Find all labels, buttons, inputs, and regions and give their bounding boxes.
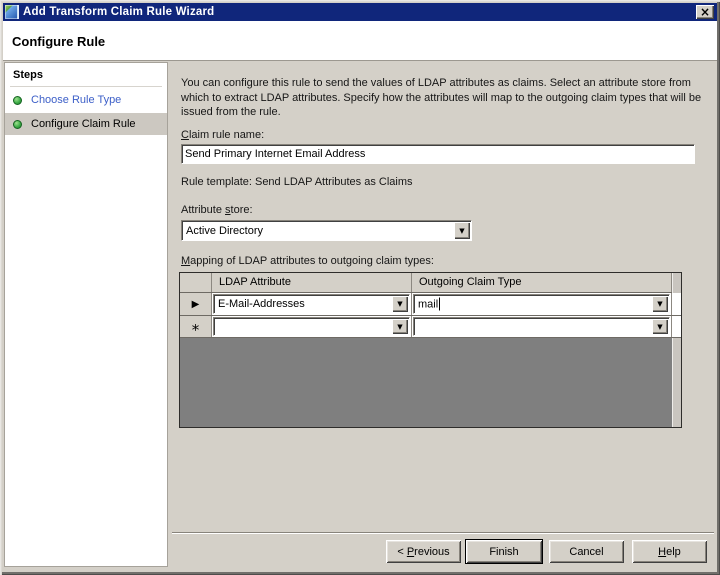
outgoing-claim-type-cell: mail ▼ [412,293,672,315]
previous-button[interactable]: < Previous [386,540,461,563]
page-title: Configure Rule [3,21,717,49]
ldap-attribute-cell: ▼ [212,316,412,337]
outgoing-claim-type-dropdown[interactable]: mail ▼ [413,294,670,314]
add-transform-claim-rule-wizard-dialog: Add Transform Claim Rule Wizard × Config… [0,0,720,575]
column-header-outgoing-claim-type: Outgoing Claim Type [412,273,672,292]
step-status-icon [13,120,22,129]
window-title: Add Transform Claim Rule Wizard [23,6,214,18]
outgoing-claim-type-cell: ▼ [412,316,672,337]
chevron-down-icon: ▼ [397,323,402,331]
new-row-icon: * [192,319,200,334]
dropdown-button[interactable]: ▼ [392,296,408,312]
mapping-label: Mapping of LDAP attributes to outgoing c… [181,255,434,267]
chevron-down-icon: ▼ [459,227,464,235]
ldap-attribute-dropdown[interactable]: ▼ [213,317,410,336]
step-label: Configure Claim Rule [31,118,136,130]
finish-button[interactable]: Finish [465,539,543,564]
attribute-store-label: Attribute store: [181,204,253,216]
button-area-divider [172,532,714,534]
row-selector-new[interactable]: * [180,316,212,337]
column-header-ldap-attribute: LDAP Attribute [212,273,412,292]
cancel-button[interactable]: Cancel [549,540,624,563]
chevron-down-icon: ▼ [657,300,662,308]
ldap-mapping-grid: LDAP Attribute Outgoing Claim Type ▶ E-M… [179,272,682,428]
ldap-attribute-dropdown[interactable]: E-Mail-Addresses ▼ [213,294,410,314]
close-button[interactable]: × [696,5,714,19]
dropdown-button[interactable]: ▼ [652,296,668,312]
claim-rule-name-label: Claim rule name: [181,129,264,141]
claim-rule-name-input[interactable] [181,144,695,164]
wizard-app-icon [5,5,19,19]
dropdown-button[interactable]: ▼ [392,319,408,334]
steps-panel-title: Steps [10,63,162,87]
attribute-store-dropdown[interactable]: Active Directory ▼ [181,220,472,241]
rule-template-text: Rule template: Send LDAP Attributes as C… [181,176,413,188]
title-bar: Add Transform Claim Rule Wizard × [3,3,717,21]
grid-corner-cell [180,273,212,292]
outgoing-claim-type-dropdown[interactable]: ▼ [413,317,670,336]
dropdown-button[interactable]: ▼ [454,222,470,239]
grid-header-row: LDAP Attribute Outgoing Claim Type [180,273,681,293]
close-icon: × [700,7,710,17]
step-label: Choose Rule Type [31,94,121,106]
grid-row-new: * ▼ ▼ [180,316,681,338]
help-button[interactable]: Help [632,540,707,563]
step-item-choose-rule-type: Choose Rule Type [5,89,167,111]
step-status-icon [13,96,22,105]
steps-panel: Steps Choose Rule Type Configure Claim R… [4,62,168,567]
current-row-icon: ▶ [192,299,200,310]
grid-row: ▶ E-Mail-Addresses ▼ mail ▼ [180,293,681,316]
rule-description-text: You can configure this rule to send the … [181,76,704,120]
attribute-store-value: Active Directory [186,225,263,237]
text-caret [439,298,440,311]
wizard-header: Configure Rule [3,21,717,61]
row-selector-current[interactable]: ▶ [180,293,212,315]
chevron-down-icon: ▼ [657,323,662,331]
ldap-attribute-cell: E-Mail-Addresses ▼ [212,293,412,315]
chevron-down-icon: ▼ [397,300,402,308]
step-item-configure-claim-rule: Configure Claim Rule [5,113,167,135]
dropdown-button[interactable]: ▼ [652,319,668,334]
